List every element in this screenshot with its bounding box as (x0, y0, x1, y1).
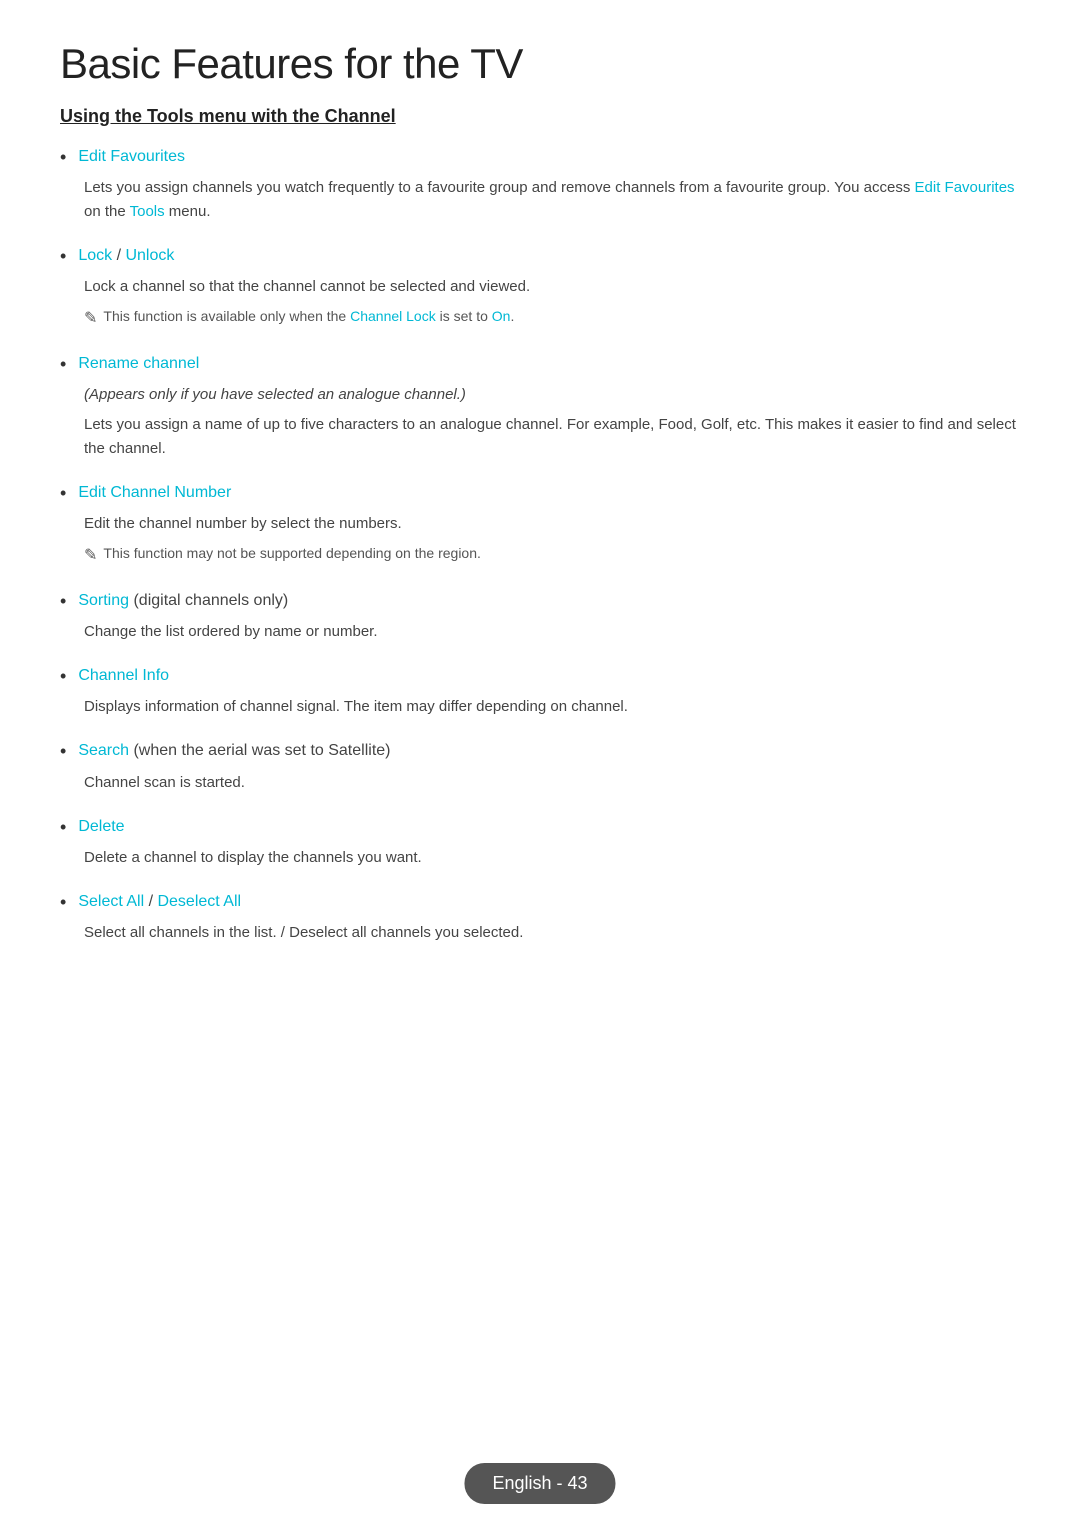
item-body: Select all channels in the list. / Desel… (84, 921, 1020, 945)
bullet-row: • Edit Favourites (60, 145, 1020, 170)
bullet-dot: • (60, 739, 66, 764)
note-icon: ✎ (84, 543, 97, 569)
unlock-link[interactable]: Unlock (125, 247, 174, 264)
item-body: Delete a channel to display the channels… (84, 846, 1020, 870)
deselect-all-link[interactable]: Deselect All (157, 893, 241, 910)
edit-favourites-link[interactable]: Edit Favourites (78, 148, 185, 165)
bullet-row: • Search (when the aerial was set to Sat… (60, 739, 1020, 764)
item-label: Rename channel (78, 352, 199, 376)
bullet-dot: • (60, 589, 66, 614)
delete-link[interactable]: Delete (78, 818, 124, 835)
item-note: ✎ This function may not be supported dep… (84, 542, 1020, 569)
item-body: Edit the channel number by select the nu… (84, 512, 1020, 536)
rename-channel-link[interactable]: Rename channel (78, 355, 199, 372)
item-body: Lets you assign a name of up to five cha… (84, 413, 1020, 461)
bullet-dot: • (60, 352, 66, 377)
list-item: • Edit Channel Number Edit the channel n… (60, 481, 1020, 575)
bullet-dot: • (60, 145, 66, 170)
footer-label: English - 43 (464, 1463, 615, 1504)
item-body: Displays information of channel signal. … (84, 695, 1020, 719)
list-item: • Sorting (digital channels only) Change… (60, 589, 1020, 650)
note-content: This function is available only when the… (103, 305, 514, 327)
channel-info-link[interactable]: Channel Info (78, 667, 169, 684)
bullet-row: • Sorting (digital channels only) (60, 589, 1020, 614)
list-item: • Lock / Unlock Lock a channel so that t… (60, 244, 1020, 338)
page-container: Basic Features for the TV Using the Tool… (0, 0, 1080, 1045)
on-link[interactable]: On (492, 308, 511, 324)
item-label: Edit Favourites (78, 145, 185, 169)
item-label: Select All / Deselect All (78, 890, 241, 914)
bullet-dot: • (60, 815, 66, 840)
page-title: Basic Features for the TV (60, 40, 1020, 88)
list-item: • Channel Info Displays information of c… (60, 664, 1020, 725)
item-label: Channel Info (78, 664, 169, 688)
list-item: • Delete Delete a channel to display the… (60, 815, 1020, 876)
list-item: • Select All / Deselect All Select all c… (60, 890, 1020, 951)
bullet-dot: • (60, 481, 66, 506)
label-rest: (when the aerial was set to Satellite) (133, 742, 390, 759)
bullet-row: • Delete (60, 815, 1020, 840)
item-body: Channel scan is started. (84, 771, 1020, 795)
select-all-link[interactable]: Select All (78, 893, 144, 910)
item-label: Lock / Unlock (78, 244, 174, 268)
section-heading: Using the Tools menu with the Channel (60, 106, 1020, 127)
item-label: Search (when the aerial was set to Satel… (78, 739, 390, 763)
sorting-link[interactable]: Sorting (78, 592, 129, 609)
item-body-italic: (Appears only if you have selected an an… (84, 383, 1020, 407)
note-content: This function may not be supported depen… (103, 542, 480, 564)
bullet-row: • Channel Info (60, 664, 1020, 689)
item-label: Delete (78, 815, 124, 839)
bullet-row: • Edit Channel Number (60, 481, 1020, 506)
bullet-row: • Rename channel (60, 352, 1020, 377)
bullet-row: • Lock / Unlock (60, 244, 1020, 269)
item-label: Edit Channel Number (78, 481, 231, 505)
item-body: Lock a channel so that the channel canno… (84, 275, 1020, 299)
item-body: Change the list ordered by name or numbe… (84, 620, 1020, 644)
label-rest: (digital channels only) (133, 592, 288, 609)
content-list: • Edit Favourites Lets you assign channe… (60, 145, 1020, 951)
item-body: Lets you assign channels you watch frequ… (84, 176, 1020, 224)
bullet-row: • Select All / Deselect All (60, 890, 1020, 915)
lock-link[interactable]: Lock (78, 247, 112, 264)
bullet-dot: • (60, 890, 66, 915)
tools-link[interactable]: Tools (130, 203, 165, 220)
list-item: • Edit Favourites Lets you assign channe… (60, 145, 1020, 230)
item-label: Sorting (digital channels only) (78, 589, 288, 613)
edit-channel-number-link[interactable]: Edit Channel Number (78, 484, 231, 501)
search-link[interactable]: Search (78, 742, 129, 759)
channel-lock-link[interactable]: Channel Lock (350, 308, 436, 324)
bullet-dot: • (60, 244, 66, 269)
list-item: • Rename channel (Appears only if you ha… (60, 352, 1020, 467)
edit-favourites-inline-link[interactable]: Edit Favourites (915, 179, 1015, 196)
note-icon: ✎ (84, 306, 97, 332)
bullet-dot: • (60, 664, 66, 689)
item-note: ✎ This function is available only when t… (84, 305, 1020, 332)
list-item: • Search (when the aerial was set to Sat… (60, 739, 1020, 800)
